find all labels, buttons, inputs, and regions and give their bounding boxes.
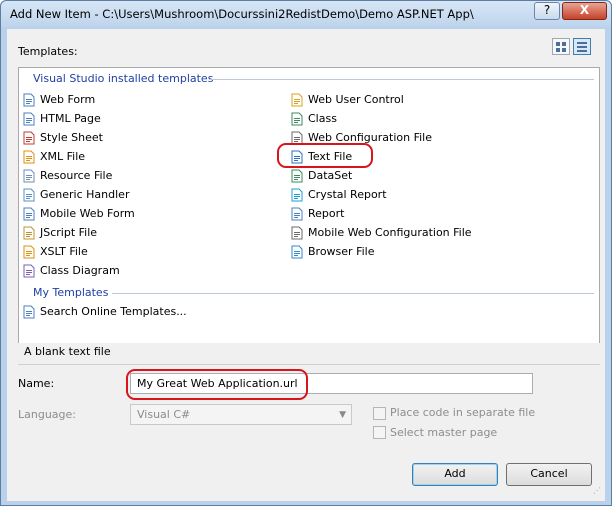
- template-item-label: Report: [308, 207, 345, 220]
- highlight-annotation: [126, 369, 308, 400]
- language-select[interactable]: Visual C# ▼: [130, 404, 352, 425]
- templates-label-text: Templates:: [18, 45, 78, 58]
- installed-templates-heading: Visual Studio installed templates: [33, 72, 214, 85]
- template-item-label: Generic Handler: [40, 188, 130, 201]
- add-button[interactable]: Add: [412, 463, 498, 486]
- help-button[interactable]: ?: [534, 2, 560, 20]
- add-new-item-dialog: Add New Item - C:\Users\Mushroom\Docurss…: [0, 0, 612, 506]
- master-page-label: Select master page: [390, 426, 498, 439]
- template-item-label: Class Diagram: [40, 264, 120, 277]
- template-item-label: Browser File: [308, 245, 375, 258]
- template-item-label: Class: [308, 112, 337, 125]
- resource-file-icon: [22, 169, 36, 183]
- template-item-label: Crystal Report: [308, 188, 387, 201]
- web-user-control-icon: [290, 93, 304, 107]
- small-icons-view-button[interactable]: [573, 38, 591, 55]
- generic-handler-icon: [22, 188, 36, 202]
- template-item-label: DataSet: [308, 169, 353, 182]
- name-label: Name:: [18, 377, 55, 390]
- templates-list[interactable]: Visual Studio installed templates Web Fo…: [18, 67, 600, 351]
- large-icons-icon: [556, 42, 560, 46]
- template-item-label: XSLT File: [40, 245, 88, 258]
- large-icons-view-button[interactable]: [552, 38, 570, 55]
- jscript-file-icon: [22, 226, 36, 240]
- xml-file-icon: [22, 150, 36, 164]
- language-select-value: Visual C#: [137, 408, 191, 421]
- template-description: A blank text file: [18, 343, 600, 365]
- template-item-label: Web User Control: [308, 93, 404, 106]
- title-bar[interactable]: Add New Item - C:\Users\Mushroom\Docurss…: [1, 1, 611, 27]
- resize-grip-icon[interactable]: ⋰: [593, 487, 603, 499]
- web-form-icon: [22, 93, 36, 107]
- html-page-icon: [22, 112, 36, 126]
- class-diagram-icon: [22, 264, 36, 278]
- style-sheet-icon: [22, 131, 36, 145]
- class-icon: [290, 112, 304, 126]
- template-item-label: XML File: [40, 150, 86, 163]
- mobile-web-form-icon: [22, 207, 36, 221]
- window-title: Add New Item - C:\Users\Mushroom\Docurss…: [10, 7, 474, 21]
- template-item-label: Mobile Web Configuration File: [308, 226, 472, 239]
- xslt-file-icon: [22, 245, 36, 259]
- group-divider: [209, 79, 594, 80]
- place-code-checkbox[interactable]: [373, 407, 386, 420]
- group-divider: [112, 293, 594, 294]
- my-templates-heading: My Templates: [33, 286, 109, 299]
- master-page-checkbox[interactable]: [373, 426, 386, 439]
- template-item-label: Style Sheet: [40, 131, 103, 144]
- language-label: Language:: [18, 408, 76, 421]
- highlight-annotation: [277, 143, 373, 168]
- dataset-icon: [290, 169, 304, 183]
- crystal-report-icon: [290, 188, 304, 202]
- template-item-label: Web Form: [40, 93, 96, 106]
- template-item-label: JScript File: [40, 226, 98, 239]
- template-item-label: Resource File: [40, 169, 113, 182]
- chevron-down-icon: ▼: [339, 410, 346, 420]
- browser-file-icon: [290, 245, 304, 259]
- templates-label: Templates:: [18, 45, 78, 58]
- template-item-label: Search Online Templates...: [40, 305, 187, 318]
- report-icon: [290, 207, 304, 221]
- mobile-web-config-icon: [290, 226, 304, 240]
- close-button[interactable]: X: [562, 2, 607, 20]
- cancel-button[interactable]: Cancel: [506, 463, 592, 486]
- template-item-label: Mobile Web Form: [40, 207, 135, 220]
- search-online-icon: [22, 305, 36, 319]
- dialog-body: Templates: Visual Studio installed templ…: [7, 29, 605, 501]
- place-code-label: Place code in separate file: [390, 406, 536, 419]
- small-icons-icon: [577, 42, 587, 44]
- template-item-label: HTML Page: [40, 112, 101, 125]
